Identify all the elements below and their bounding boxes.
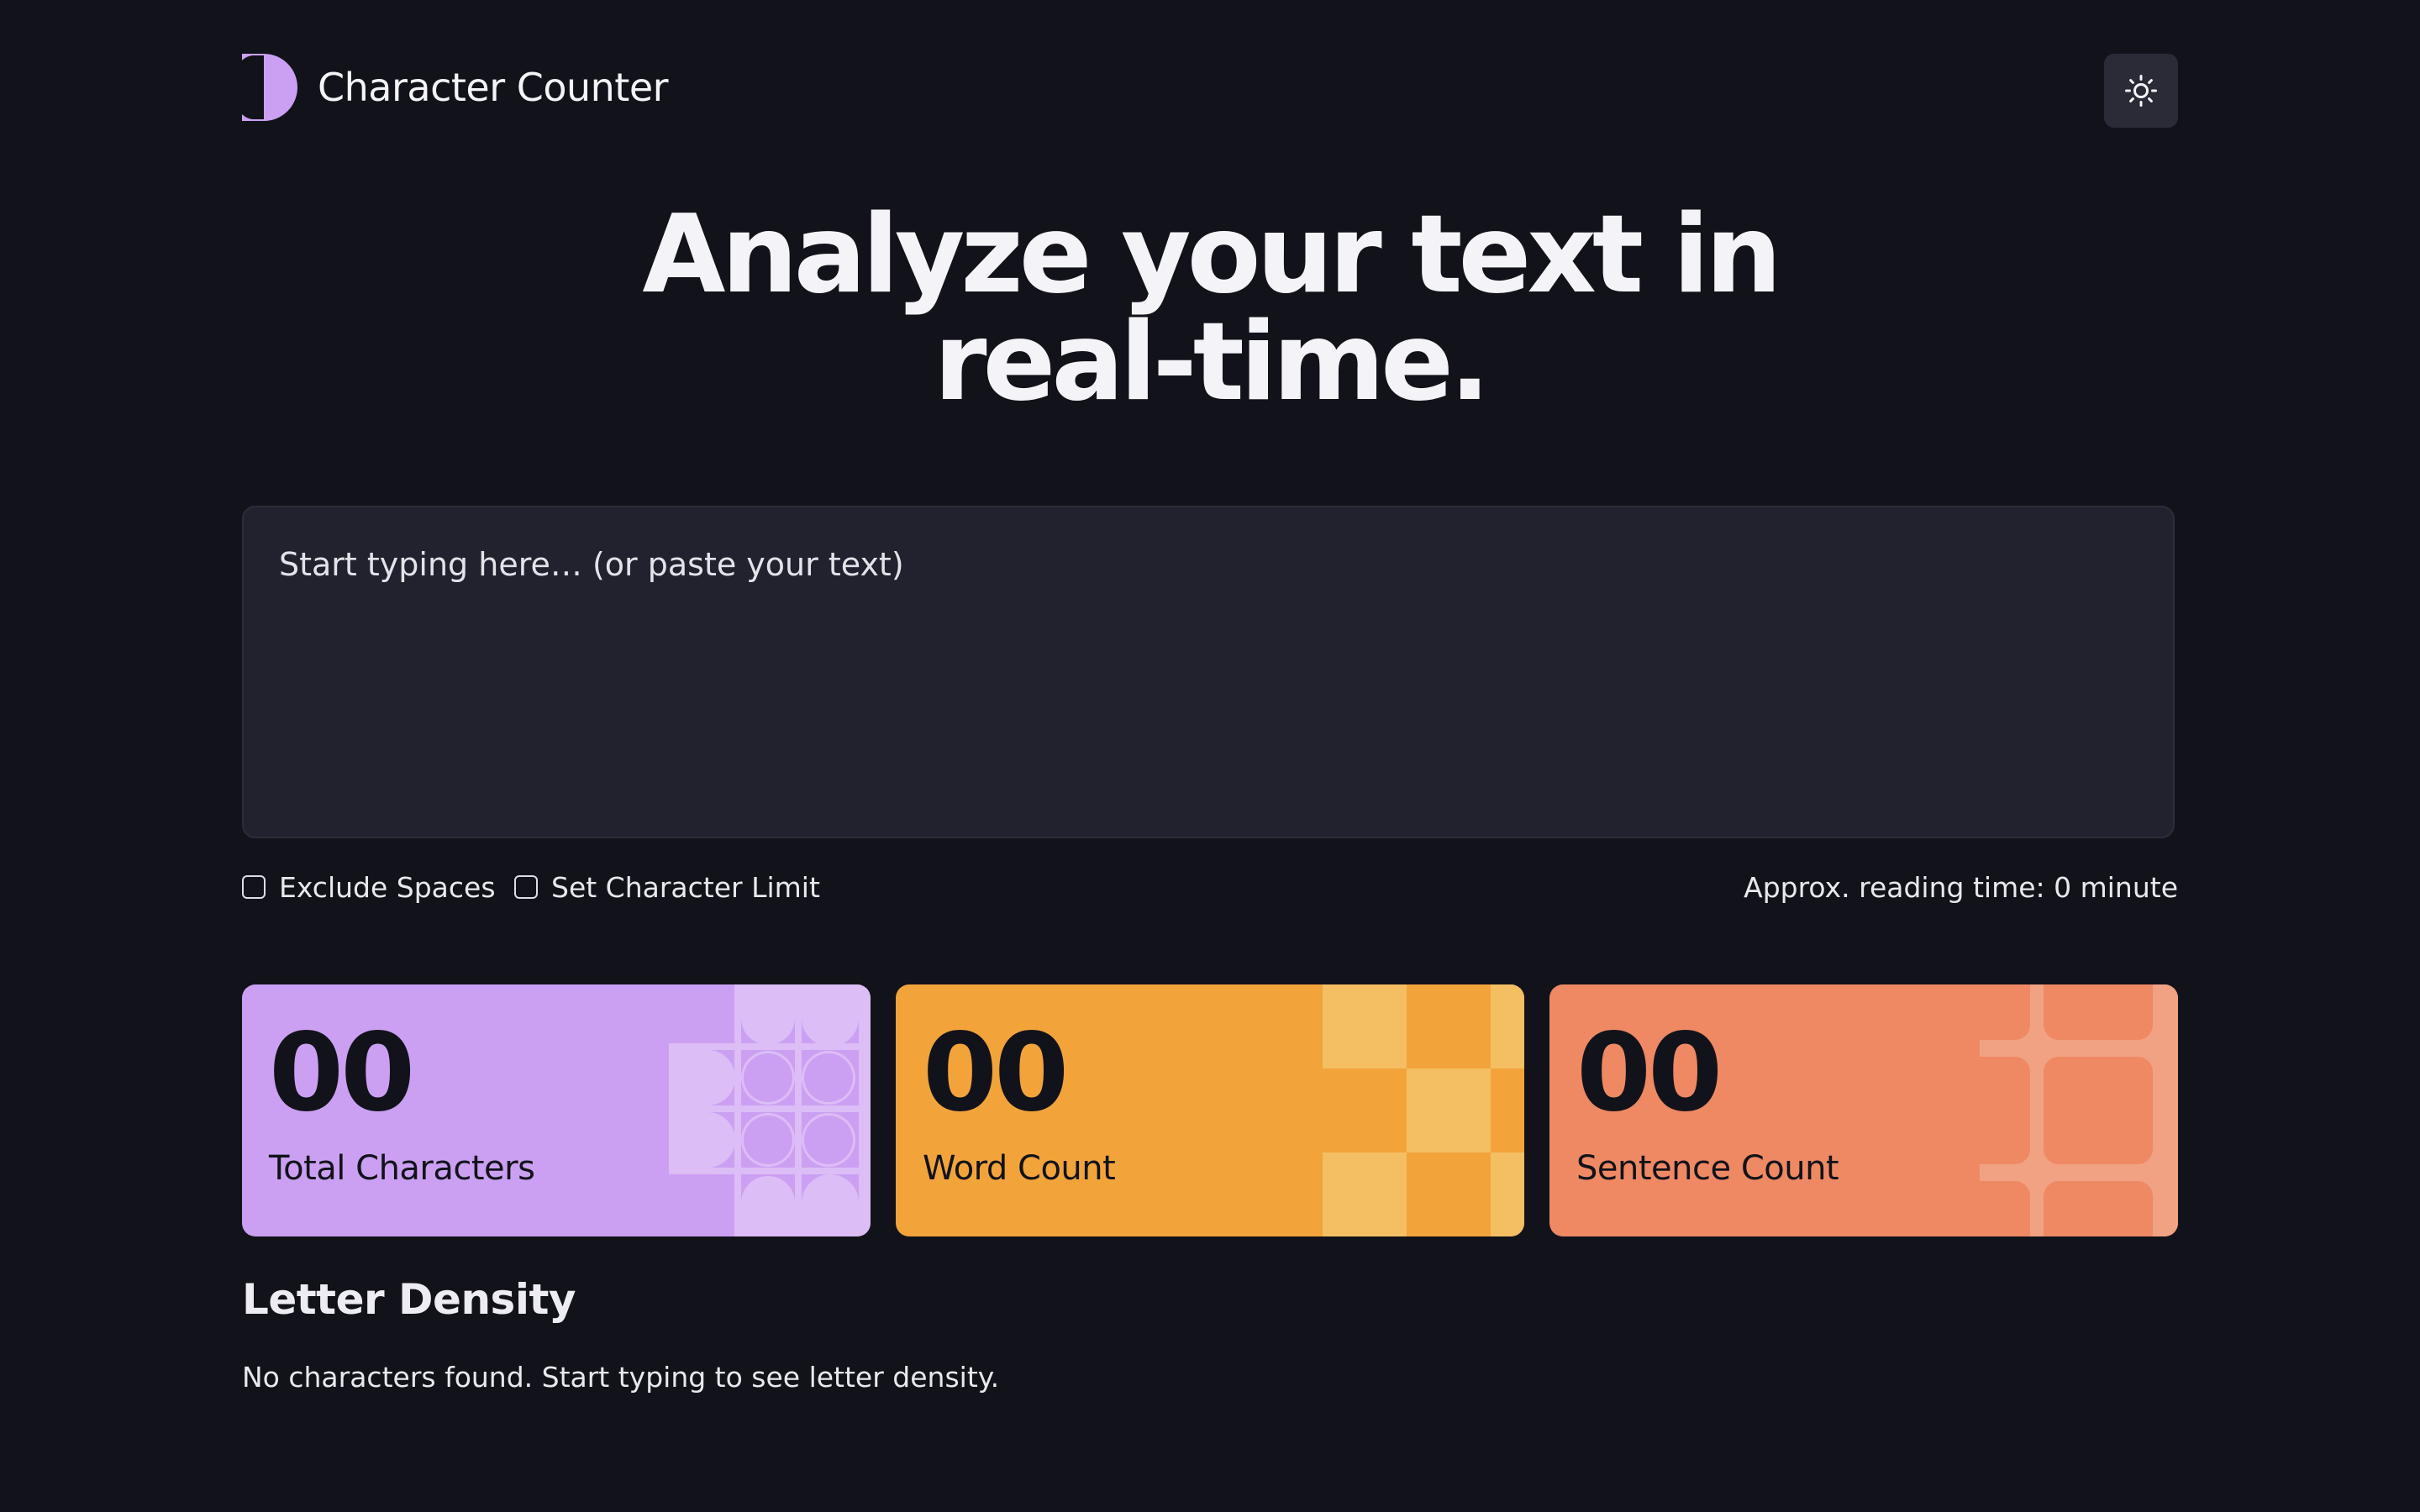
char-limit-label: Set Character Limit xyxy=(551,870,820,904)
hero-heading: Analyze your text in real-time. xyxy=(242,202,2178,417)
sun-icon xyxy=(2125,75,2157,107)
card-pattern-squares xyxy=(1976,984,2178,1236)
card-pattern-circles xyxy=(669,984,871,1236)
page-container: Character Counter Analyze your text in r… xyxy=(242,0,2178,1512)
total-characters-value: 00 xyxy=(269,1011,415,1136)
exclude-spaces-label: Exclude Spaces xyxy=(279,870,496,904)
total-characters-label: Total Characters xyxy=(269,1149,535,1188)
logo[interactable]: Character Counter xyxy=(242,54,669,121)
header: Character Counter xyxy=(242,54,2178,129)
stat-card-word-count: 00 Word Count xyxy=(896,984,1524,1236)
word-count-value: 00 xyxy=(923,1011,1069,1136)
hero-line-2: real-time. xyxy=(934,300,1490,425)
half-moon-logo-icon xyxy=(242,54,297,121)
char-limit-checkbox[interactable] xyxy=(514,875,538,899)
text-input-container xyxy=(242,506,2175,838)
letter-density-title: Letter Density xyxy=(242,1275,576,1324)
exclude-spaces-option[interactable]: Exclude Spaces xyxy=(242,869,496,906)
text-input[interactable] xyxy=(244,507,2173,837)
char-limit-option[interactable]: Set Character Limit xyxy=(514,869,820,906)
reading-time: Approx. reading time: 0 minute xyxy=(1744,870,2178,904)
card-pattern-checker xyxy=(1323,984,1524,1236)
exclude-spaces-checkbox[interactable] xyxy=(242,875,266,899)
word-count-label: Word Count xyxy=(923,1149,1116,1188)
letter-density-empty-message: No characters found. Start typing to see… xyxy=(242,1361,1000,1394)
theme-toggle-button[interactable] xyxy=(2104,54,2178,128)
stat-card-sentence-count: 00 Sentence Count xyxy=(1549,984,2178,1236)
options-row: Exclude Spaces Set Character Limit Appro… xyxy=(242,869,2178,906)
sentence-count-label: Sentence Count xyxy=(1576,1149,1839,1188)
hero-line-1: Analyze your text in xyxy=(642,192,1781,318)
sentence-count-value: 00 xyxy=(1576,1011,1723,1136)
app-title: Character Counter xyxy=(318,65,669,110)
stat-card-total-characters: 00 Total Characters xyxy=(242,984,871,1236)
